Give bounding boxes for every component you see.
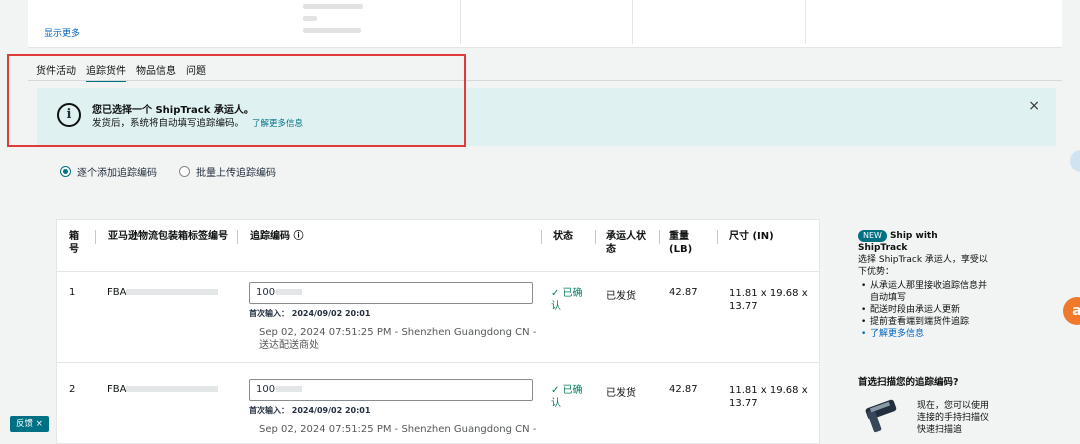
status-confirmed: ✓ 已确认: [551, 288, 583, 312]
tracking-event: Sep 02, 2024 07:51:25 PM - Shenzhen Guan…: [259, 423, 536, 436]
event-line: Sep 02, 2024 07:51:25 PM - Shenzhen Guan…: [259, 327, 537, 338]
redacted-text: [276, 289, 303, 295]
fba-prefix: FBA: [107, 384, 127, 395]
box-number: 2: [69, 384, 76, 395]
carrier-status: 已发货: [606, 291, 636, 302]
tracking-id-input[interactable]: 100: [249, 379, 533, 401]
help-bubble-icon[interactable]: [1070, 150, 1080, 172]
header-dimensions: 尺寸 (IN): [729, 231, 774, 242]
table-row: 1 FBA 100 首次输入： 2024/09/02 20:01 Sep 02,…: [57, 272, 819, 362]
event-line: Sep 02, 2024 07:51:25 PM - Shenzhen Guan…: [259, 424, 537, 435]
redacted-text: [303, 16, 317, 21]
shiptrack-promo: NEW Ship with ShipTrack 选择 ShipTrack 承运人，…: [858, 230, 988, 340]
redacted-text: [126, 289, 219, 295]
list-item: 从承运人那里接收追踪信息并自动填写: [858, 280, 988, 304]
new-badge: NEW: [858, 230, 887, 242]
header-divider: [595, 230, 596, 244]
annotation-highlight-box: [7, 54, 466, 147]
tracking-prefix: 100: [256, 384, 276, 395]
tracking-table: 箱号 亚马逊物流包装箱标签编号 追踪编码 ⓘ 状态 承运人状态 重量(LB) 尺…: [56, 219, 820, 444]
promo-intro: 选择 ShipTrack 承运人，享受以下优势：: [858, 255, 988, 277]
learn-more-link[interactable]: 了解更多信息: [858, 328, 988, 340]
status-confirmed: ✓ 已确认: [551, 385, 583, 409]
fba-label-id: FBA: [107, 384, 219, 395]
radio-bulk-upload[interactable]: 批量上传追踪编码: [179, 164, 276, 179]
assistant-icon[interactable]: a: [1063, 297, 1080, 325]
radio-add-individually[interactable]: 逐个添加追踪编码: [60, 164, 157, 179]
weight-value: 42.87: [669, 287, 698, 298]
header-tracking-id: 追踪编码 ⓘ: [250, 231, 304, 242]
column-divider: [460, 0, 461, 44]
header-divider: [237, 230, 238, 244]
header-divider: [95, 230, 96, 244]
radio-label: 批量上传追踪编码: [196, 168, 276, 179]
fba-label-id: FBA: [107, 287, 219, 298]
header-divider: [717, 230, 718, 244]
tracking-mode-selector: 逐个添加追踪编码 批量上传追踪编码: [60, 164, 276, 179]
first-input-time: 首次输入： 2024/09/02 20:01: [249, 406, 371, 415]
tracking-event: Sep 02, 2024 07:51:25 PM - Shenzhen Guan…: [259, 326, 536, 352]
table-header: 箱号 亚马逊物流包装箱标签编号 追踪编码 ⓘ 状态 承运人状态 重量(LB) 尺…: [57, 220, 819, 272]
tracking-prefix: 100: [256, 287, 276, 298]
first-input-time: 首次输入： 2024/09/02 20:01: [249, 309, 371, 318]
column-divider: [805, 0, 806, 44]
feedback-button[interactable]: 反馈 ×: [10, 416, 49, 432]
header-weight: 重量(LB): [669, 231, 693, 255]
scan-title: 首选扫描您的追踪编码?: [858, 377, 959, 388]
radio-unchecked-icon[interactable]: [179, 166, 190, 177]
header-divider: [541, 230, 542, 244]
box-number: 1: [69, 287, 76, 298]
carrier-status: 已发货: [606, 388, 636, 399]
header-status: 状态: [553, 231, 573, 242]
redacted-text: [126, 386, 219, 392]
close-icon[interactable]: ×: [1028, 98, 1040, 114]
radio-label: 逐个添加追踪编码: [77, 168, 157, 179]
list-item: 提前查看端到端货件追踪: [858, 316, 988, 328]
redacted-text: [276, 386, 303, 392]
header-carrier-status: 承运人状态: [606, 231, 646, 255]
list-item: 配送时段由承运人更新: [858, 304, 988, 316]
dimensions-value: 11.81 x 19.68 x 13.77: [729, 288, 808, 312]
redacted-text: [303, 4, 363, 9]
weight-value: 42.87: [669, 384, 698, 395]
event-line: 送达配送商处: [259, 340, 319, 351]
fba-prefix: FBA: [107, 287, 127, 298]
header-divider: [659, 230, 660, 244]
radio-checked-icon[interactable]: [60, 166, 71, 177]
table-row: 2 FBA 100 首次输入： 2024/09/02 20:01 Sep 02,…: [57, 363, 819, 444]
barcode-scanner-icon: [865, 399, 897, 433]
redacted-text: [303, 28, 361, 33]
tracking-id-input[interactable]: 100: [249, 282, 533, 304]
header-box-no: 箱号: [69, 231, 79, 255]
benefits-list: 从承运人那里接收追踪信息并自动填写 配送时段由承运人更新 提前查看端到端货件追踪…: [858, 280, 988, 340]
dimensions-value: 11.81 x 19.68 x 13.77: [729, 385, 808, 409]
header-fba-label: 亚马逊物流包装箱标签编号: [108, 231, 228, 242]
column-divider: [632, 0, 633, 44]
promo-header: NEW Ship with ShipTrack: [858, 230, 988, 254]
shipment-summary-card: 显示更多: [28, 0, 1062, 48]
show-more-link[interactable]: 显示更多: [44, 26, 80, 39]
scan-description: 现在，您可以使用连接的手持扫描仪快速扫描追: [917, 401, 990, 435]
